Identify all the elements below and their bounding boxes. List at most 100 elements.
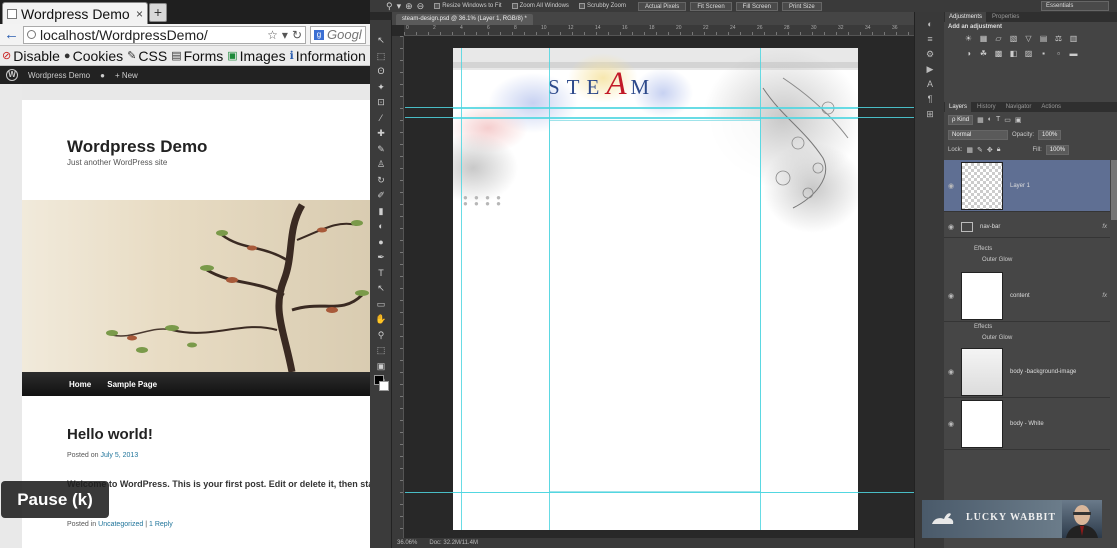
guide-line-pasteboard-3[interactable] [405, 492, 914, 493]
replies-link[interactable]: 1 Reply [149, 521, 173, 528]
layers-scrollbar[interactable] [1111, 160, 1117, 220]
print-size-button[interactable]: Print Size [782, 1, 822, 11]
color-panel-icon[interactable]: ◐ [924, 18, 936, 30]
nav-home-link[interactable]: Home [69, 380, 91, 389]
tab-actions[interactable]: Actions [1037, 102, 1065, 112]
crop-tool-icon[interactable]: ⊡ [375, 96, 387, 108]
tab-properties[interactable]: Properties [988, 12, 1023, 22]
hue-saturation-adjustment-icon[interactable]: ▤ [1037, 33, 1050, 45]
layer-row[interactable]: ◉ body -background-image [944, 346, 1110, 398]
post-date-link[interactable]: July 5, 2013 [100, 452, 138, 459]
resize-windows-checkbox[interactable]: Resize Windows to Fit [434, 3, 502, 9]
dropdown-arrow-icon[interactable]: ▾ [282, 28, 288, 42]
dev-images-button[interactable]: ▣ Images [227, 48, 287, 64]
fill-input[interactable]: 100% [1045, 144, 1070, 155]
filter-pixel-icon[interactable]: ▦ [977, 116, 984, 124]
layer-name[interactable]: body -background-image [1006, 369, 1110, 375]
dev-cookies-button[interactable]: ● Cookies [64, 48, 125, 64]
black-white-adjustment-icon[interactable]: ▥ [1067, 33, 1080, 45]
admin-site-name[interactable]: Wordpress Demo [28, 71, 90, 80]
layer-row[interactable]: ◉ content fx [944, 270, 1110, 322]
canvas-area[interactable]: STEAM ● ● ● ● ● ● ● ● [405, 37, 914, 538]
effects-sublayer[interactable]: Effects [944, 244, 1110, 255]
visibility-eye-icon[interactable]: ◉ [944, 182, 958, 190]
dev-information-button[interactable]: ℹ Information [290, 48, 368, 64]
layer-name[interactable]: content [1006, 293, 1102, 299]
fx-icon[interactable]: fx [1102, 293, 1110, 299]
dev-disable-button[interactable]: ⊘ Disable [2, 48, 62, 64]
search-input[interactable]: g Googl [310, 25, 366, 44]
character-panel-icon[interactable]: A [924, 78, 936, 90]
effects-sublayer[interactable]: Effects [944, 322, 1110, 333]
tab-navigator[interactable]: Navigator [1002, 102, 1036, 112]
brightness-adjustment-icon[interactable]: ☀ [962, 33, 975, 45]
nav-sample-page-link[interactable]: Sample Page [107, 380, 157, 389]
category-link[interactable]: Uncategorized [98, 521, 143, 528]
background-color-swatch[interactable] [379, 381, 389, 391]
curves-adjustment-icon[interactable]: ▱ [992, 33, 1005, 45]
tab-adjustments[interactable]: Adjustments [945, 12, 987, 22]
reload-icon[interactable]: ↻ [292, 28, 302, 42]
vertical-ruler[interactable] [392, 36, 404, 538]
visibility-eye-icon[interactable]: ◉ [944, 420, 958, 428]
guide-line-pasteboard[interactable] [405, 107, 914, 108]
clone-stamp-tool-icon[interactable]: ♙ [375, 158, 387, 170]
post-title[interactable]: Hello world! [67, 426, 153, 443]
threshold-adjustment-icon[interactable]: ▪ [1037, 48, 1050, 60]
eyedropper-tool-icon[interactable]: ⁄ [375, 112, 387, 124]
visibility-eye-icon[interactable]: ◉ [944, 292, 958, 300]
zoom-level[interactable]: 36.06% [397, 538, 417, 548]
wordpress-logo-icon[interactable]: W [6, 69, 18, 81]
opacity-input[interactable]: 100% [1038, 129, 1062, 140]
dev-css-button[interactable]: ✎ CSS [127, 48, 169, 64]
dodge-tool-icon[interactable]: ◐ [375, 220, 387, 232]
guide-line-pasteboard-2[interactable] [405, 117, 914, 118]
eraser-tool-icon[interactable]: ✐ [375, 189, 387, 201]
healing-tool-icon[interactable]: ✚ [375, 127, 387, 139]
layer-name[interactable]: Layer 1 [1006, 183, 1110, 189]
guide-line-top-2[interactable] [453, 118, 858, 119]
steam-design-document[interactable]: STEAM ● ● ● ● ● ● ● ● [453, 48, 858, 530]
brush-tool-icon[interactable]: ✎ [375, 143, 387, 155]
outer-glow-sublayer[interactable]: Outer Glow [944, 333, 1110, 344]
comments-icon[interactable]: ● [100, 71, 105, 80]
close-tab-icon[interactable]: × [136, 7, 143, 21]
fill-screen-button[interactable]: Fill Screen [735, 1, 778, 11]
paragraph-panel-icon[interactable]: ¶ [924, 93, 936, 105]
invert-adjustment-icon[interactable]: ◧ [1007, 48, 1020, 60]
zoom-out-icon[interactable]: ⊖ [417, 1, 425, 12]
lock-transparent-icon[interactable]: ▦ [966, 146, 973, 154]
quick-select-tool-icon[interactable]: ✦ [375, 81, 387, 93]
browser-tab[interactable]: Wordpress Demo | J... × [2, 2, 148, 24]
workspace-switcher[interactable]: Essentials [1041, 1, 1109, 11]
marquee-tool-icon[interactable]: ⬚ [375, 50, 387, 62]
layer-row[interactable]: ◉ nav-bar fx [944, 216, 1110, 238]
layer-row[interactable]: ◉ body - White [944, 398, 1110, 450]
bookmark-star-icon[interactable]: ☆ [267, 28, 278, 42]
color-balance-adjustment-icon[interactable]: ⚖ [1052, 33, 1065, 45]
layer-name[interactable]: nav-bar [976, 224, 1102, 230]
guide-line-content-right[interactable] [760, 48, 761, 530]
actual-pixels-button[interactable]: Actual Pixels [637, 1, 687, 11]
brush-presets-panel-icon[interactable]: ⚙ [924, 48, 936, 60]
outer-glow-sublayer[interactable]: Outer Glow [944, 255, 1110, 266]
lasso-tool-icon[interactable]: ʘ [375, 65, 387, 77]
color-lookup-adjustment-icon[interactable]: ▩ [992, 48, 1005, 60]
layer-name[interactable]: body - White [1006, 421, 1110, 427]
filter-type-icon[interactable]: T [996, 116, 1000, 123]
move-tool-icon[interactable]: ↖ [375, 34, 387, 46]
posterize-adjustment-icon[interactable]: ▨ [1022, 48, 1035, 60]
guide-line-top[interactable] [453, 108, 858, 109]
visibility-eye-icon[interactable]: ◉ [944, 368, 958, 376]
zoom-tool-icon[interactable]: ⚲ [386, 1, 393, 12]
zoom-all-windows-checkbox[interactable]: Zoom All Windows [511, 3, 569, 9]
tab-layers[interactable]: Layers [945, 102, 972, 112]
zoom-tool-icon[interactable]: ⚲ [375, 329, 387, 341]
zoom-in-icon[interactable]: ⊕ [405, 1, 413, 12]
selective-color-adjustment-icon[interactable]: ▬ [1067, 48, 1080, 60]
lock-position-icon[interactable]: ✥ [987, 146, 993, 154]
gradient-map-adjustment-icon[interactable]: ▫ [1052, 48, 1065, 60]
fit-screen-button[interactable]: Fit Screen [690, 1, 732, 11]
photo-filter-adjustment-icon[interactable]: ◑ [962, 48, 975, 60]
filter-adjustment-icon[interactable]: ◐ [988, 116, 992, 123]
